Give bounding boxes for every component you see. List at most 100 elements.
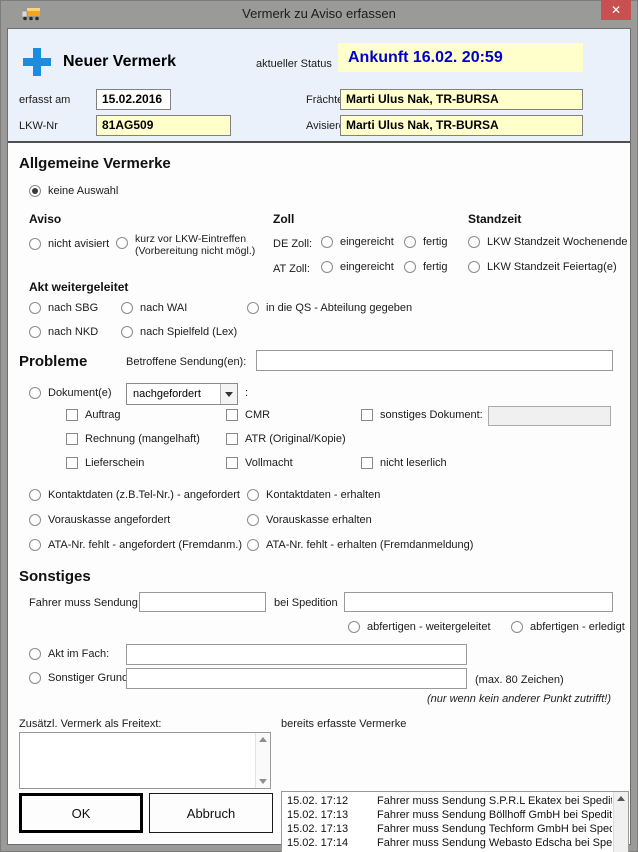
lkw-nr-label: LKW-Nr (19, 120, 58, 132)
checkbox-icon (66, 433, 78, 445)
radio-at-zoll-eingereicht[interactable]: eingereicht (321, 261, 394, 273)
radio-label: nach NKD (48, 326, 98, 338)
radio-nach-nkd[interactable]: nach NKD (29, 326, 98, 338)
akt-heading: Akt weitergeleitet (29, 280, 128, 294)
radio-label: ATA-Nr. fehlt - erhalten (Fremdanmeldung… (266, 539, 473, 551)
radio-icon (247, 539, 259, 551)
cancel-button[interactable]: Abbruch (149, 793, 273, 833)
entry-text: Fahrer muss Sendung Webasto Edscha bei S… (377, 836, 612, 850)
radio-kurz-vor-eintreffen[interactable]: kurz vor LKW-Eintreffen (Vorbereitung ni… (116, 233, 255, 257)
radio-nach-sbg[interactable]: nach SBG (29, 302, 98, 314)
erfasst-am-field[interactable]: 15.02.2016 (96, 89, 171, 110)
fahrer-sendung-input[interactable] (139, 592, 266, 612)
radio-ata-angefordert[interactable]: ATA-Nr. fehlt - angefordert (Fremdanm.) (29, 539, 242, 551)
section-allgemeine-heading: Allgemeine Vermerke (19, 155, 171, 172)
scroll-up-icon[interactable] (259, 737, 267, 742)
checkbox-label: Lieferschein (85, 457, 144, 469)
radio-sonstiger-grund[interactable]: Sonstiger Grund: (29, 672, 131, 684)
hinweis-note: (nur wenn kein anderer Punkt zutrifft!) (427, 693, 611, 705)
radio-nach-spielfeld[interactable]: nach Spielfeld (Lex) (121, 326, 237, 338)
radio-abfertigen-weitergeleitet[interactable]: abfertigen - weitergeleitet (348, 621, 491, 633)
radio-keine-auswahl[interactable]: keine Auswahl (29, 185, 118, 197)
freitext-textarea[interactable] (19, 732, 271, 789)
close-button[interactable]: ✕ (601, 0, 631, 20)
dropdown-value: nachgefordert (127, 388, 220, 400)
lkw-nr-field[interactable]: 81AG509 (96, 115, 231, 136)
status-value: Ankunft 16.02. 20:59 (338, 43, 583, 72)
checkbox-rechnung[interactable]: Rechnung (mangelhaft) (66, 433, 200, 445)
spedition-input[interactable] (344, 592, 613, 612)
radio-standzeit-feiertag[interactable]: LKW Standzeit Feiertag(e) (468, 261, 617, 273)
radio-label: keine Auswahl (48, 185, 118, 197)
radio-standzeit-wochenende[interactable]: LKW Standzeit Wochenende (468, 236, 627, 248)
status-label: aktueller Status (256, 58, 332, 70)
radio-vorauskasse-erhalten[interactable]: Vorauskasse erhalten (247, 514, 372, 526)
checkbox-icon (66, 457, 78, 469)
radio-nach-wai[interactable]: nach WAI (121, 302, 187, 314)
radio-label: Vorauskasse erhalten (266, 514, 372, 526)
radio-label: Sonstiger Grund: (48, 672, 131, 684)
list-item[interactable]: 15.02. 17:13 Fahrer muss Sendung Techfor… (282, 822, 612, 836)
checkbox-vollmacht[interactable]: Vollmacht (226, 457, 293, 469)
aviso-heading: Aviso (29, 212, 61, 226)
radio-icon (247, 514, 259, 526)
checkbox-auftrag[interactable]: Auftrag (66, 409, 120, 421)
radio-kontaktdaten-angefordert[interactable]: Kontaktdaten (z.B.Tel-Nr.) - angefordert (29, 489, 240, 501)
avisierer-field[interactable]: Marti Ulus Nak, TR-BURSA (340, 115, 583, 136)
list-item[interactable]: 15.02. 17:13 Fahrer muss Sendung Böllhof… (282, 808, 612, 822)
radio-icon (247, 302, 259, 314)
ok-button[interactable]: OK (19, 793, 143, 833)
list-item[interactable]: 15.02. 17:14 Fahrer muss Sendung Webasto… (282, 836, 612, 850)
radio-label: eingereicht (340, 261, 394, 273)
dokumente-colon: : (245, 387, 248, 399)
listbox-scrollbar[interactable] (613, 792, 628, 852)
radio-label: fertig (423, 236, 447, 248)
vermerke-listbox[interactable]: 15.02. 17:12 Fahrer muss Sendung S.P.R.L… (281, 791, 629, 852)
radio-at-zoll-fertig[interactable]: fertig (404, 261, 447, 273)
radio-label: Kontaktdaten - erhalten (266, 489, 380, 501)
chevron-down-icon[interactable] (220, 384, 237, 404)
checkbox-atr[interactable]: ATR (Original/Kopie) (226, 433, 346, 445)
entry-time: 15.02. 17:12 (282, 794, 377, 808)
window-title: Vermerk zu Aviso erfassen (0, 6, 638, 21)
radio-icon (29, 489, 41, 501)
checkbox-label: CMR (245, 409, 270, 421)
checkbox-sonstiges-dokument[interactable]: sonstiges Dokument: (361, 409, 483, 421)
checkbox-nicht-leserlich[interactable]: nicht leserlich (361, 457, 447, 469)
entry-time: 15.02. 17:14 (282, 836, 377, 850)
fraechter-field[interactable]: Marti Ulus Nak, TR-BURSA (340, 89, 583, 110)
scroll-up-icon[interactable] (617, 796, 625, 801)
radio-icon (29, 238, 41, 250)
checkbox-icon (66, 409, 78, 421)
checkbox-label: Vollmacht (245, 457, 293, 469)
radio-vorauskasse-angefordert[interactable]: Vorauskasse angefordert (29, 514, 170, 526)
radio-akt-im-fach[interactable]: Akt im Fach: (29, 648, 109, 660)
scroll-down-icon[interactable] (259, 779, 267, 784)
radio-qs-abteilung[interactable]: in die QS - Abteilung gegeben (247, 302, 412, 314)
akt-im-fach-input[interactable] (126, 644, 467, 665)
radio-nicht-avisiert[interactable]: nicht avisiert (29, 238, 109, 250)
radio-icon (404, 261, 416, 273)
zoll-heading: Zoll (273, 212, 294, 226)
radio-abfertigen-erledigt[interactable]: abfertigen - erledigt (511, 621, 625, 633)
radio-dokumente[interactable]: Dokument(e) (29, 387, 112, 399)
sendungen-input[interactable] (256, 350, 613, 371)
radio-ata-erhalten[interactable]: ATA-Nr. fehlt - erhalten (Fremdanmeldung… (247, 539, 473, 551)
checkbox-cmr[interactable]: CMR (226, 409, 270, 421)
section-probleme-heading: Probleme (19, 353, 87, 370)
radio-icon (511, 621, 523, 633)
checkbox-lieferschein[interactable]: Lieferschein (66, 457, 144, 469)
textarea-scrollbar[interactable] (255, 733, 270, 788)
radio-de-zoll-eingereicht[interactable]: eingereicht (321, 236, 394, 248)
radio-icon (468, 261, 480, 273)
radio-icon (348, 621, 360, 633)
sonstiger-grund-input[interactable] (126, 668, 467, 689)
dokumente-dropdown[interactable]: nachgefordert (126, 383, 238, 405)
radio-label: nicht avisiert (48, 238, 109, 250)
radio-de-zoll-fertig[interactable]: fertig (404, 236, 447, 248)
radio-label: abfertigen - erledigt (530, 621, 625, 633)
titlebar[interactable]: Vermerk zu Aviso erfassen ✕ (0, 0, 638, 28)
radio-kontaktdaten-erhalten[interactable]: Kontaktdaten - erhalten (247, 489, 380, 501)
list-item[interactable]: 15.02. 17:12 Fahrer muss Sendung S.P.R.L… (282, 794, 612, 808)
sonstiges-dokument-input[interactable] (488, 406, 611, 426)
